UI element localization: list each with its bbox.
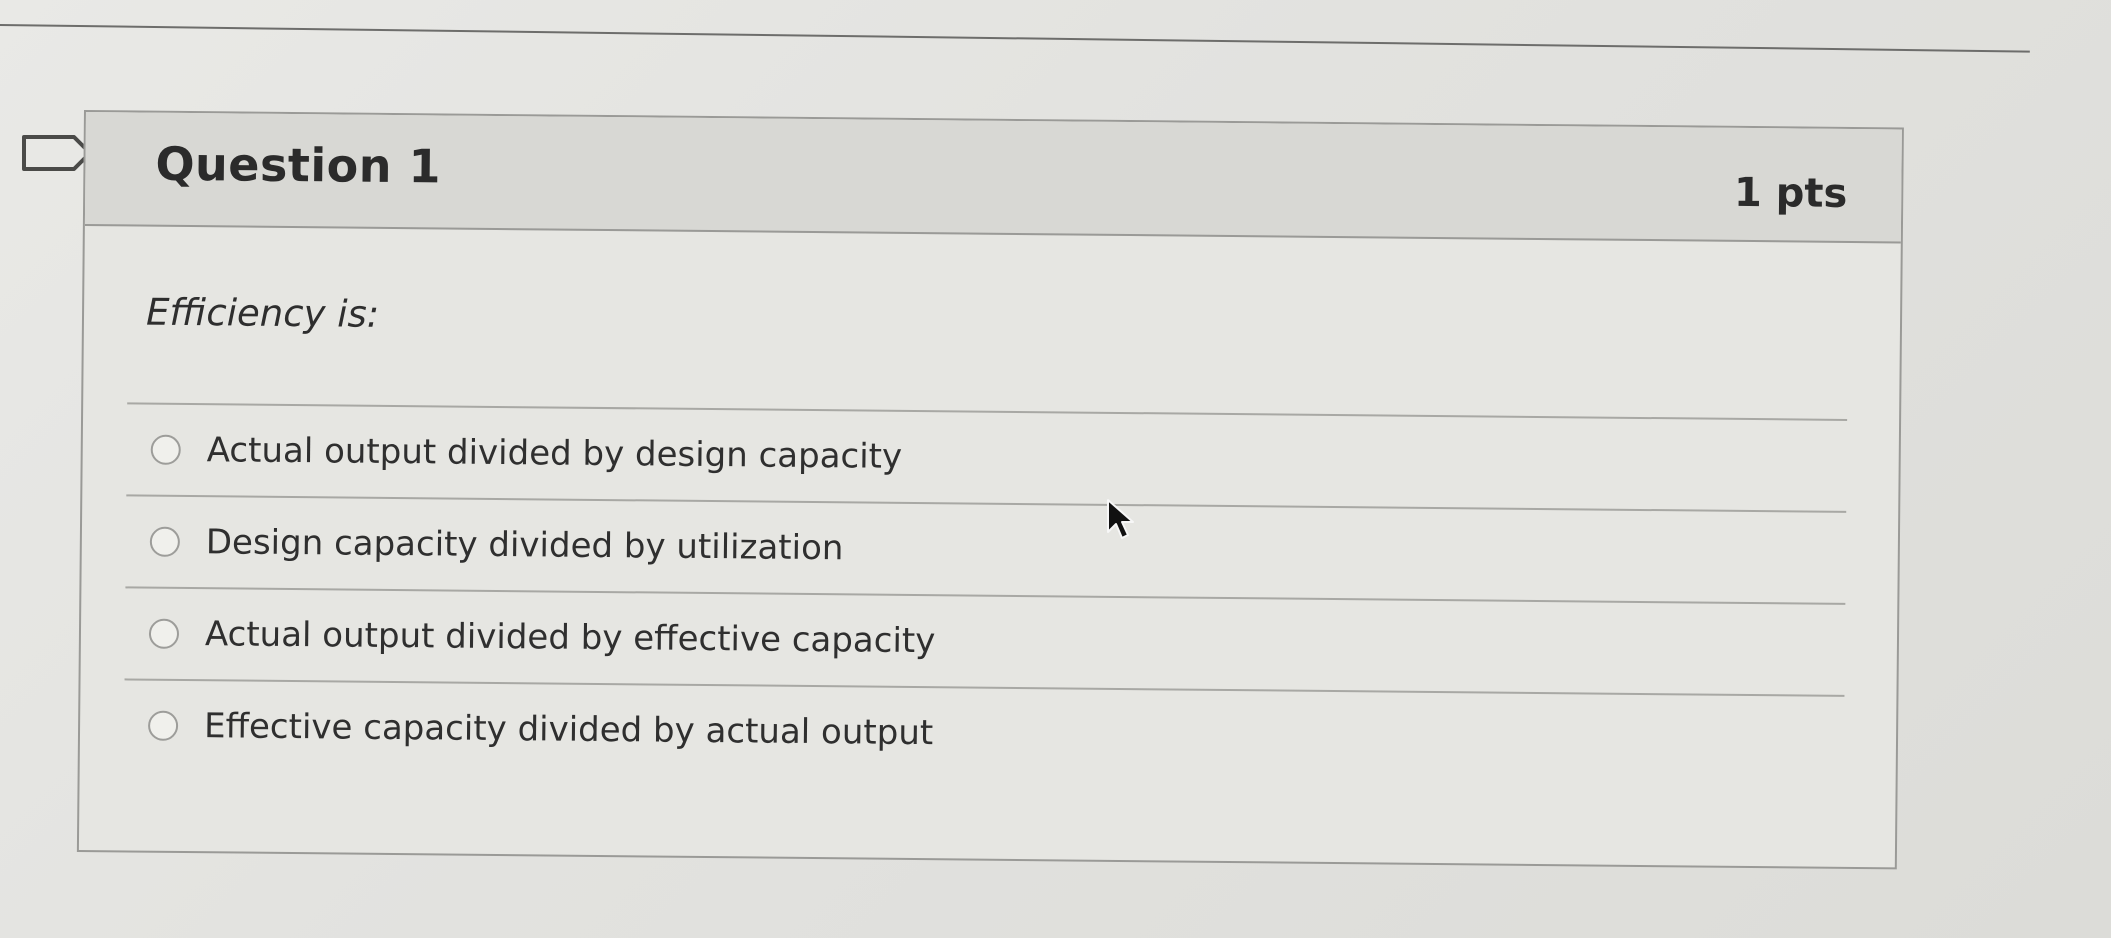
question-header: Question 1 1 pts [84,112,1902,244]
answer-label[interactable]: Actual output divided by design capacity [207,430,903,477]
question-points: 1 pts [1733,169,1848,217]
answer-label[interactable]: Effective capacity divided by actual out… [204,706,933,753]
top-divider [0,24,2030,53]
question-card: Question 1 1 pts Efficiency is: Actual o… [76,110,1904,870]
answer-label[interactable]: Design capacity divided by utilization [206,522,844,568]
answer-option[interactable]: Actual output divided by design capacity [126,402,1848,511]
answer-label[interactable]: Actual output divided by effective capac… [205,614,936,661]
radio-button[interactable] [148,618,180,649]
answer-option[interactable]: Actual output divided by effective capac… [124,586,1846,695]
question-prompt: Efficiency is: [145,290,380,336]
radio-button[interactable] [150,434,181,465]
answer-option[interactable]: Design capacity divided by utilization [125,494,1847,603]
radio-button[interactable] [147,710,179,741]
question-title: Question 1 [155,136,442,194]
answer-option[interactable]: Effective capacity divided by actual out… [123,678,1845,787]
radio-button[interactable] [149,526,181,557]
mouse-cursor-icon [1107,499,1134,539]
answer-list: Actual output divided by design capacity… [123,402,1848,787]
